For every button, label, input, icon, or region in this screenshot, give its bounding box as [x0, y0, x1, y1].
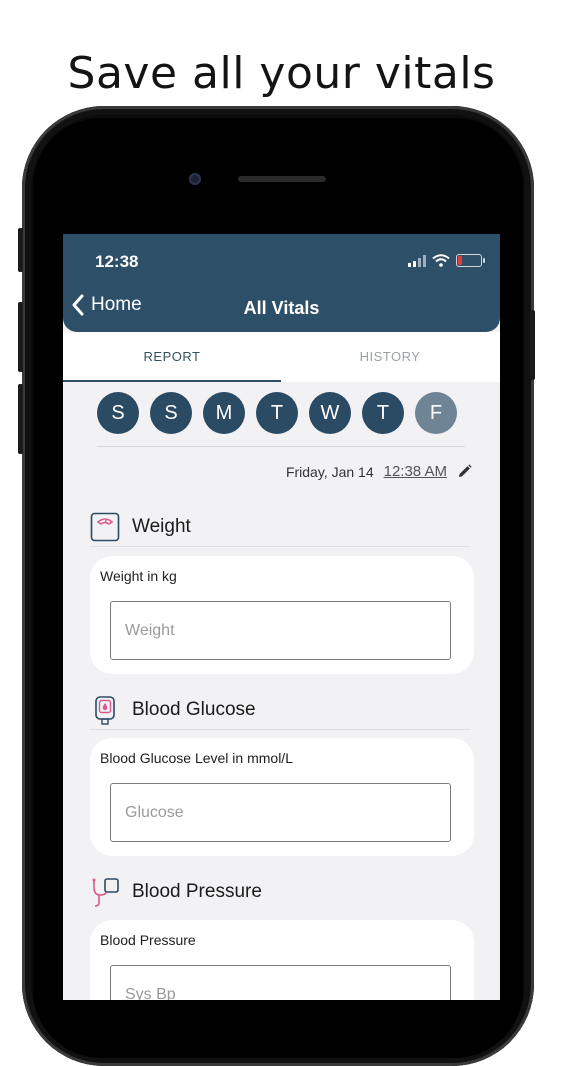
days-divider — [97, 446, 465, 447]
day-button-friday[interactable]: F — [415, 392, 457, 434]
marketing-headline: Save all your vitals — [67, 48, 496, 99]
glucose-input[interactable] — [110, 783, 451, 842]
weekday-selector: S S M T W T F — [97, 392, 457, 434]
blood-pressure-field-label: Blood Pressure — [100, 932, 196, 948]
active-tab-indicator — [63, 380, 281, 382]
glucose-field-label: Blood Glucose Level in mmol/L — [100, 750, 293, 766]
blood-pressure-section-title: Blood Pressure — [132, 881, 262, 902]
glucose-card: Blood Glucose Level in mmol/L — [90, 738, 474, 856]
navigation-header: 12:38 Home All Vitals — [63, 234, 500, 332]
tab-report[interactable]: REPORT — [63, 332, 281, 382]
blood-pressure-card: Blood Pressure — [90, 920, 474, 1000]
day-button-saturday[interactable]: S — [150, 392, 192, 434]
blood-pressure-icon — [92, 878, 119, 907]
glucose-section-title: Blood Glucose — [132, 699, 256, 720]
weight-section-title: Weight — [132, 516, 191, 537]
weight-field-label: Weight in kg — [100, 568, 177, 584]
glucose-meter-icon — [95, 696, 115, 725]
day-button-sunday[interactable]: S — [97, 392, 139, 434]
page-title: All Vitals — [243, 298, 320, 318]
mute-switch — [18, 228, 23, 272]
weight-section-divider — [90, 546, 470, 547]
power-button — [530, 310, 535, 380]
tab-bar: REPORT HISTORY — [63, 332, 500, 382]
app-screen: 12:38 Home All Vitals REPORT HISTORY S S… — [63, 234, 500, 1000]
blood-pressure-section-header: Blood Pressure — [90, 877, 262, 907]
weight-input[interactable] — [110, 601, 451, 660]
glucose-section-header: Blood Glucose — [90, 695, 256, 725]
systolic-input[interactable] — [110, 965, 451, 1000]
wifi-icon — [432, 254, 450, 267]
day-button-tuesday[interactable]: T — [256, 392, 298, 434]
battery-icon — [456, 254, 485, 267]
time-link[interactable]: 12:38 AM — [384, 463, 447, 480]
pencil-edit-icon[interactable] — [457, 464, 472, 479]
status-time: 12:38 — [95, 252, 139, 271]
front-camera — [189, 173, 201, 185]
day-button-wednesday[interactable]: W — [309, 392, 351, 434]
tab-history[interactable]: HISTORY — [281, 332, 499, 382]
glucose-section-divider — [90, 729, 470, 730]
day-button-monday[interactable]: M — [203, 392, 245, 434]
day-button-thursday[interactable]: T — [362, 392, 404, 434]
cellular-signal-icon — [408, 254, 426, 267]
date-time-row: Friday, Jan 14 12:38 AM — [286, 463, 472, 480]
status-icons — [408, 254, 485, 267]
volume-up-button — [18, 302, 23, 372]
volume-down-button — [18, 384, 23, 454]
earpiece-speaker — [238, 176, 326, 182]
weight-section-header: Weight — [90, 512, 191, 542]
weight-scale-icon — [90, 512, 120, 542]
weight-card: Weight in kg — [90, 556, 474, 674]
date-label: Friday, Jan 14 — [285, 463, 374, 480]
